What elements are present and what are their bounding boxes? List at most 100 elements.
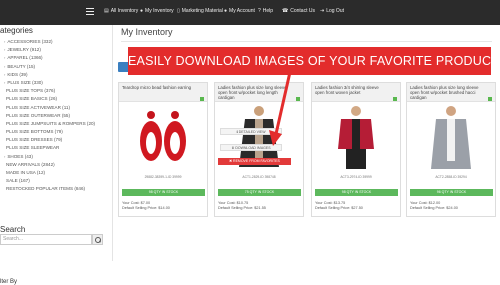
page-title: My Inventory bbox=[121, 27, 173, 37]
nav-marketing-material[interactable]: ▯ Marketing Material bbox=[177, 8, 223, 14]
sidebar: ategories › ACCESSORIES (332) › JEWELRY (91… bbox=[0, 25, 113, 285]
sidebar-category-label: KIDS (39) bbox=[7, 71, 28, 77]
sidebar-category-item[interactable]: PLUS SIZE ACTIVEWEAR (11) bbox=[0, 104, 113, 112]
product-cost: Your Cost: $13.75 bbox=[315, 201, 346, 205]
product-price: Default Selling Price: $14.00 bbox=[122, 206, 170, 210]
sidebar-category-label: PLUS SIZE BOTTOMS (79) bbox=[6, 129, 63, 135]
sidebar-category-label: PLUS SIZE TOPS (376) bbox=[6, 88, 56, 94]
product-card-header: Ladies fashion 3/4 shirring sleeve open … bbox=[312, 83, 400, 102]
sidebar-category-item[interactable]: RESTOCKED POPULAR ITEMS (846) bbox=[0, 185, 113, 193]
product-card-header: Ladies fashion plus size long sleeve ope… bbox=[407, 83, 495, 102]
checkbox-icon[interactable] bbox=[393, 97, 397, 101]
sidebar-category-label: JEWELRY (912) bbox=[7, 47, 41, 53]
sidebar-category-item[interactable]: PLUS SIZE TOPS (376) bbox=[0, 87, 113, 95]
sidebar-category-label: PLUS SIZE ACTIVEWEAR (11) bbox=[6, 104, 70, 110]
checkbox-icon[interactable] bbox=[488, 97, 492, 101]
nav-my-account[interactable]: ● My Account bbox=[224, 8, 255, 14]
product-name: Ladies fashion plus size long sleeve ope… bbox=[410, 85, 479, 100]
product-price: Default Selling Price: $27.50 bbox=[315, 206, 363, 210]
product-cost: Your Cost: $7.00 bbox=[122, 201, 151, 205]
chevron-right-icon: › bbox=[4, 63, 6, 69]
category-list: › ACCESSORIES (332) › JEWELRY (912) › APPAREL… bbox=[0, 38, 113, 194]
sidebar-category-label: PLUS SIZE SLEEPWEAR bbox=[6, 145, 60, 151]
categories-heading: ategories bbox=[0, 26, 33, 35]
stock-badge: 98 QTY IN STOCK bbox=[122, 189, 205, 196]
search-icon[interactable] bbox=[92, 234, 103, 245]
product-sku: ACT1-2829-ID 398748 bbox=[242, 175, 276, 179]
sidebar-category-item[interactable]: › APPAREL (1366) bbox=[0, 54, 113, 62]
sidebar-category-item[interactable]: PLUS SIZE DRESSES (79) bbox=[0, 136, 113, 144]
sidebar-category-label: PLUS SIZE BASICS (26) bbox=[6, 96, 58, 102]
nav-all-inventory[interactable]: ▤ All Inventory bbox=[104, 8, 138, 14]
stock-badge: 96 QTY IN STOCK bbox=[410, 189, 493, 196]
remove-from-favorites-button[interactable]: ✖ REMOVE FROM FAVORITES bbox=[218, 158, 291, 165]
product-card[interactable]: Teardrop micro bead fashion earring 2988… bbox=[118, 82, 208, 217]
product-name: Ladies fashion 3/4 shirring sleeve open … bbox=[315, 85, 379, 95]
product-image[interactable] bbox=[326, 105, 386, 171]
product-price: Default Selling Price: $24.00 bbox=[410, 206, 458, 210]
sidebar-category-label: PLUS SIZE OUTERWEAR (55) bbox=[6, 112, 70, 118]
product-card[interactable]: Ladies fashion plus size long sleeve ope… bbox=[406, 82, 496, 217]
user-icon: ● bbox=[140, 8, 144, 14]
filter-heading: lter By bbox=[0, 279, 18, 285]
sidebar-category-item[interactable]: › ACCESSORIES (332) bbox=[0, 38, 113, 46]
sidebar-category-item[interactable]: › JEWELRY (912) bbox=[0, 46, 113, 54]
chevron-right-icon: › bbox=[4, 79, 6, 85]
product-card-header: Teardrop micro bead fashion earring bbox=[119, 83, 207, 102]
sidebar-category-label: ACCESSORIES (332) bbox=[7, 39, 53, 44]
product-price: Default Selling Price: $21.55 bbox=[218, 206, 266, 210]
product-cost: Your Cost: $12.00 bbox=[410, 201, 441, 205]
logout-icon: ⇥ bbox=[320, 8, 325, 14]
sidebar-category-item[interactable]: PLUS SIZE OUTERWEAR (55) bbox=[0, 112, 113, 120]
sidebar-category-item[interactable]: › SHOES (43) bbox=[0, 153, 113, 161]
product-card[interactable]: Ladies fashion 3/4 shirring sleeve open … bbox=[311, 82, 401, 217]
product-cost: Your Cost: $10.75 bbox=[218, 201, 249, 205]
promo-banner: EASILY DOWNLOAD IMAGES OF YOUR FAVORITE … bbox=[128, 47, 500, 75]
list-icon: ▤ bbox=[104, 8, 109, 14]
chevron-right-icon: › bbox=[4, 55, 6, 61]
sidebar-category-item[interactable]: NEW ARRIVALS (2842) bbox=[0, 161, 113, 169]
stock-badge: 75 QTY IN STOCK bbox=[218, 189, 301, 196]
sidebar-category-item[interactable]: › BEAUTY (15) bbox=[0, 63, 113, 71]
chevron-right-icon: › bbox=[4, 71, 6, 77]
sidebar-category-label: NEW ARRIVALS (2842) bbox=[6, 161, 55, 167]
divider bbox=[121, 41, 492, 42]
sidebar-category-item[interactable]: PLUS SIZE JUMPSUITS & ROMPERS (20) bbox=[0, 120, 113, 128]
sidebar-category-item[interactable]: PLUS SIZE BOTTOMS (79) bbox=[0, 128, 113, 136]
product-image[interactable] bbox=[133, 105, 193, 171]
sidebar-category-label: APPAREL (1366) bbox=[7, 55, 43, 61]
sidebar-category-label: SHOES (43) bbox=[7, 153, 33, 159]
chevron-right-icon: › bbox=[4, 153, 6, 159]
sidebar-category-item[interactable]: MADE IN USA (12) bbox=[0, 169, 113, 177]
product-image[interactable] bbox=[421, 105, 481, 171]
sidebar-category-item[interactable]: › PLUS SIZE (330) bbox=[0, 79, 113, 87]
sidebar-category-label: BEAUTY (15) bbox=[7, 63, 36, 69]
nav-log-out[interactable]: ⇥ Log Out bbox=[320, 8, 344, 14]
product-sku: ACT3-2974-ID 39999 bbox=[340, 175, 372, 179]
sidebar-category-item[interactable]: PLUS SIZE SLEEPWEAR bbox=[0, 144, 113, 152]
search-input[interactable]: Search... bbox=[0, 234, 92, 245]
nav-my-inventory[interactable]: ● My Inventory bbox=[140, 8, 174, 14]
nav-help[interactable]: ? Help bbox=[258, 8, 273, 14]
file-icon: ▯ bbox=[177, 8, 180, 14]
sidebar-category-label: PLUS SIZE DRESSES (79) bbox=[6, 137, 63, 143]
product-sku: ACT2-2858-ID 39294 bbox=[435, 175, 467, 179]
chevron-right-icon: › bbox=[4, 47, 6, 53]
sidebar-category-item[interactable]: › KIDS (39) bbox=[0, 71, 113, 79]
hamburger-menu-icon[interactable] bbox=[86, 8, 94, 15]
sidebar-category-label: RESTOCKED POPULAR ITEMS (846) bbox=[6, 186, 86, 192]
nav-contact-us[interactable]: ☎ Contact Us bbox=[282, 8, 315, 14]
sidebar-category-item[interactable]: SALE (167) bbox=[0, 177, 113, 185]
user-icon: ● bbox=[224, 8, 228, 14]
checkbox-icon[interactable] bbox=[200, 97, 204, 101]
sidebar-category-label: PLUS SIZE (330) bbox=[7, 79, 43, 85]
product-name: Teardrop micro bead fashion earring bbox=[122, 85, 192, 90]
search-heading: Search bbox=[0, 225, 26, 234]
sidebar-category-label: MADE IN USA (12) bbox=[6, 170, 46, 175]
callout-arrow-icon bbox=[269, 72, 292, 146]
chevron-right-icon: › bbox=[4, 39, 6, 44]
top-nav-bar: ▤ All Inventory ● My Inventory ▯ Marketing … bbox=[0, 0, 500, 25]
sidebar-category-label: SALE (167) bbox=[6, 178, 30, 184]
sidebar-category-item[interactable]: PLUS SIZE BASICS (26) bbox=[0, 95, 113, 103]
sidebar-category-label: PLUS SIZE JUMPSUITS & ROMPERS (20) bbox=[6, 120, 96, 126]
